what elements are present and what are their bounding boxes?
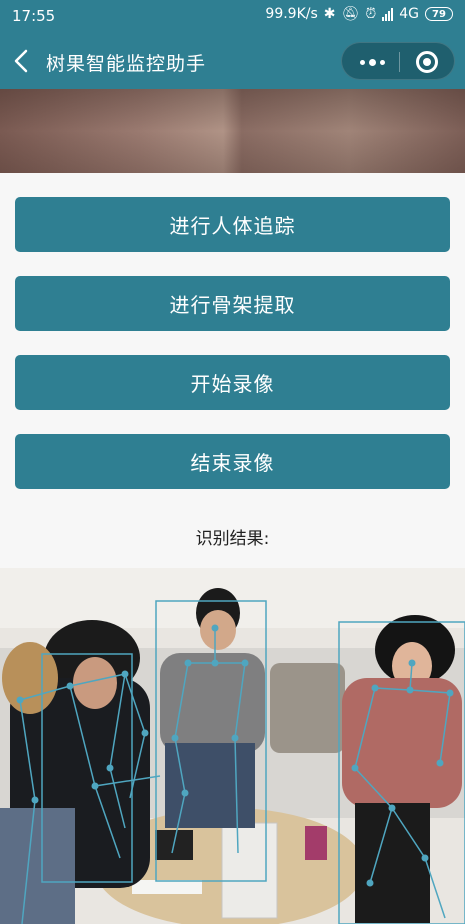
status-time: 17:55 xyxy=(12,7,56,25)
chevron-left-icon xyxy=(14,49,28,73)
bluetooth-icon: ✱ xyxy=(323,6,336,22)
back-button[interactable] xyxy=(10,45,38,77)
camera-preview xyxy=(0,89,465,173)
capsule-divider xyxy=(399,52,400,72)
network-type: 4G xyxy=(399,6,419,22)
signal-icon xyxy=(382,7,394,21)
result-label: 识别结果: xyxy=(195,529,270,549)
mini-program-capsule xyxy=(341,42,455,80)
close-miniprogram-icon[interactable] xyxy=(416,51,438,73)
result-image xyxy=(0,568,465,924)
mute-icon: 🔕︎ xyxy=(341,6,360,22)
status-bar: 17:55 99.9K/s ✱ 🔕︎ ⏰︎ 4G 79 xyxy=(0,0,465,33)
nav-bar: 树果智能监控助手 xyxy=(0,33,465,89)
start-recording-button[interactable]: 开始录像 xyxy=(15,355,450,410)
extract-skeleton-button[interactable]: 进行骨架提取 xyxy=(15,276,450,331)
status-icons: 99.9K/s ✱ 🔕︎ ⏰︎ 4G 79 xyxy=(265,6,453,22)
track-human-button[interactable]: 进行人体追踪 xyxy=(15,197,450,252)
network-speed: 99.9K/s xyxy=(265,6,318,22)
alarm-icon: ⏰︎ xyxy=(365,6,377,22)
battery-icon: 79 xyxy=(425,7,453,21)
stop-recording-button[interactable]: 结束录像 xyxy=(15,434,450,489)
more-icon[interactable] xyxy=(350,43,394,81)
page-title: 树果智能监控助手 xyxy=(46,53,207,75)
skeleton-result-graphic xyxy=(0,568,465,924)
